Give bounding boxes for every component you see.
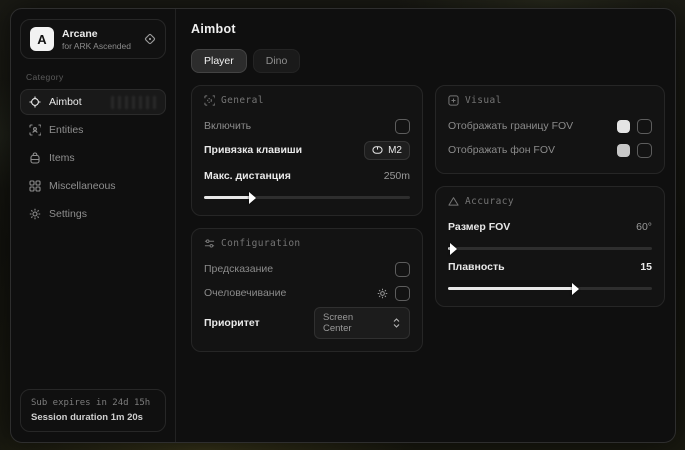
sidebar-item-items[interactable]: Items bbox=[20, 145, 166, 171]
frame-plus-icon bbox=[448, 95, 459, 106]
priority-value: Screen Center bbox=[323, 312, 384, 334]
keybind-button[interactable]: M2 bbox=[364, 141, 410, 160]
page-title: Aimbot bbox=[191, 22, 665, 36]
keybind-label: Привязка клавиши bbox=[204, 144, 302, 156]
fov-border-color-swatch[interactable] bbox=[617, 120, 630, 133]
fov-border-label: Отображать границу FOV bbox=[448, 120, 573, 132]
crosshair-icon bbox=[29, 96, 41, 108]
sidebar-item-entities[interactable]: Entities bbox=[20, 117, 166, 143]
sidebar-item-label: Items bbox=[49, 152, 75, 164]
sidebar-item-label: Entities bbox=[49, 124, 83, 136]
slider-thumb[interactable] bbox=[572, 283, 579, 295]
app-subtitle: for ARK Ascended bbox=[62, 41, 131, 51]
main-content: Aimbot Player Dino General Включить bbox=[176, 9, 676, 442]
fov-bg-label: Отображать фон FOV bbox=[448, 144, 555, 156]
sidebar-nav: Aimbot Entities Items Miscellaneous bbox=[20, 89, 166, 227]
sidebar-item-label: Settings bbox=[49, 208, 87, 220]
panel-title: Configuration bbox=[221, 238, 301, 249]
sidebar-item-label: Aimbot bbox=[49, 96, 82, 108]
panel-general: General Включить Привязка клавиши M2 bbox=[191, 85, 423, 216]
keybind-value: M2 bbox=[388, 145, 402, 156]
panel-visual: Visual Отображать границу FOV Отображать… bbox=[435, 85, 665, 174]
session-duration-text: Session duration 1m 20s bbox=[31, 412, 155, 423]
slider-thumb[interactable] bbox=[249, 192, 256, 204]
priority-dropdown[interactable]: Screen Center bbox=[314, 307, 410, 339]
mouse-icon bbox=[372, 145, 383, 155]
enable-checkbox[interactable] bbox=[395, 119, 410, 134]
humanize-checkbox[interactable] bbox=[395, 286, 410, 301]
app-logo: A bbox=[30, 27, 54, 51]
scan-person-icon bbox=[29, 124, 41, 136]
fov-bg-color-swatch[interactable] bbox=[617, 144, 630, 157]
panel-accuracy: Accuracy Размер FOV 60° Плавность 15 bbox=[435, 186, 665, 307]
priority-label: Приоритет bbox=[204, 317, 260, 329]
smoothness-label: Плавность bbox=[448, 261, 505, 273]
subscription-info-card: Sub expires in 24d 15h Session duration … bbox=[20, 389, 166, 432]
tune-icon bbox=[204, 238, 215, 249]
fov-size-value: 60° bbox=[636, 221, 652, 233]
enable-label: Включить bbox=[204, 120, 251, 132]
panel-configuration: Configuration Предсказание Очеловечивани… bbox=[191, 228, 423, 352]
ghost-decoration bbox=[111, 96, 157, 109]
gear-icon[interactable] bbox=[377, 288, 388, 299]
tab-player[interactable]: Player bbox=[191, 49, 247, 73]
prediction-checkbox[interactable] bbox=[395, 262, 410, 277]
unfold-icon bbox=[392, 318, 401, 328]
sidebar: A Arcane for ARK Ascended Category Aimbo… bbox=[11, 9, 176, 442]
focus-icon bbox=[204, 95, 215, 106]
cheat-menu-window: A Arcane for ARK Ascended Category Aimbo… bbox=[10, 8, 676, 443]
smoothness-slider[interactable] bbox=[448, 287, 652, 290]
app-title: Arcane bbox=[62, 28, 131, 40]
prediction-label: Предсказание bbox=[204, 263, 273, 275]
fov-bg-checkbox[interactable] bbox=[637, 143, 652, 158]
slider-thumb[interactable] bbox=[450, 243, 457, 255]
triangle-icon bbox=[448, 196, 459, 207]
game-background: { "sidebar": { "logo_letter": "A", "titl… bbox=[0, 0, 685, 450]
max-distance-label: Макс. дистанция bbox=[204, 170, 291, 182]
backpack-icon bbox=[29, 152, 41, 164]
gear-icon bbox=[29, 208, 41, 220]
fov-border-checkbox[interactable] bbox=[637, 119, 652, 134]
diamond-target-icon[interactable] bbox=[144, 33, 156, 45]
category-label: Category bbox=[26, 72, 160, 82]
sidebar-item-aimbot[interactable]: Aimbot bbox=[20, 89, 166, 115]
tab-bar: Player Dino bbox=[191, 49, 665, 73]
tab-dino[interactable]: Dino bbox=[253, 49, 301, 73]
humanize-label: Очеловечивание bbox=[204, 287, 286, 299]
sub-expires-text: Sub expires in 24d 15h bbox=[31, 398, 155, 408]
max-distance-slider[interactable] bbox=[204, 196, 410, 199]
panel-title: Accuracy bbox=[465, 196, 514, 207]
fov-size-label: Размер FOV bbox=[448, 221, 510, 233]
fov-size-slider[interactable] bbox=[448, 247, 652, 250]
sidebar-item-label: Miscellaneous bbox=[49, 180, 116, 192]
smoothness-value: 15 bbox=[640, 261, 652, 273]
grid-icon bbox=[29, 180, 41, 192]
sidebar-item-settings[interactable]: Settings bbox=[20, 201, 166, 227]
panel-title: Visual bbox=[465, 95, 502, 106]
panel-title: General bbox=[221, 95, 264, 106]
brand-card: A Arcane for ARK Ascended bbox=[20, 19, 166, 59]
max-distance-value: 250m bbox=[384, 170, 410, 182]
sidebar-item-miscellaneous[interactable]: Miscellaneous bbox=[20, 173, 166, 199]
